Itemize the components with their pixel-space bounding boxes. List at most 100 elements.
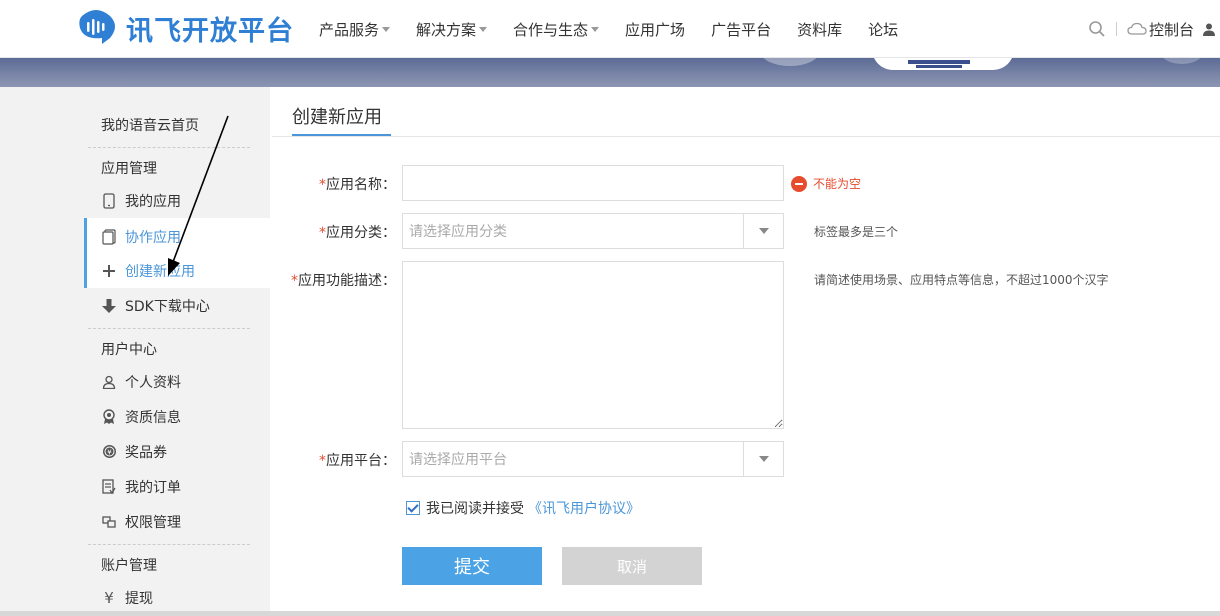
user-icon [101, 374, 117, 390]
sidebar-item-withdraw[interactable]: ¥ 提现 [88, 580, 270, 615]
select-placeholder: 请选择应用平台 [409, 452, 507, 468]
nav-forum[interactable]: 论坛 [868, 19, 898, 40]
nav-label: 应用广场 [625, 20, 686, 39]
badge-icon [101, 408, 117, 425]
copy-icon [101, 228, 117, 245]
banner-decoration [760, 58, 820, 66]
error-icon [791, 175, 807, 192]
nav-label: 资料库 [797, 20, 843, 39]
sidebar-item-sdk-download[interactable]: SDK下载中心 [88, 288, 270, 323]
required-mark: * [319, 177, 326, 193]
sidebar-item-label: 我的订单 [125, 479, 181, 496]
app-desc-label: *应用功能描述： [286, 270, 396, 290]
console-link[interactable]: 控制台 [1149, 19, 1194, 40]
desc-hint: 请简述使用场景、应用特点等信息，不超过1000个汉字 [814, 273, 1109, 287]
sidebar-heading-user-center: 用户中心 [101, 342, 157, 358]
app-desc-textarea[interactable] [402, 261, 784, 429]
chevron-down-icon [382, 26, 391, 32]
label-text: 应用名称： [326, 177, 396, 193]
label-text: 应用功能描述： [298, 273, 396, 289]
banner-decoration [908, 60, 970, 64]
submit-button[interactable]: 提交 [402, 547, 542, 585]
sidebar-item-my-apps[interactable]: 我的应用 [88, 183, 270, 218]
chevron-down-icon [591, 26, 600, 32]
chevron-down-icon [758, 228, 769, 234]
sidebar-item-label: SDK下载中心 [125, 298, 210, 315]
header-actions: 控制台 [1088, 0, 1216, 58]
nav-label: 论坛 [868, 20, 899, 39]
sidebar-item-coupons[interactable]: ¥ 奖品券 [88, 434, 270, 469]
nav-app-plaza[interactable]: 应用广场 [625, 19, 685, 40]
main-nav: 产品服务 解决方案 合作与生态 应用广场 广告平台 资料库 论坛 [319, 0, 924, 58]
app-name-error: 不能为空 [791, 175, 861, 192]
cancel-button[interactable]: 取消 [562, 547, 702, 585]
sidebar-item-create-app[interactable]: 创建新应用 [88, 253, 270, 288]
sidebar-item-label: 个人资料 [125, 374, 181, 391]
logo-text: 讯飞开放平台 [126, 15, 294, 47]
nav-library[interactable]: 资料库 [797, 19, 842, 40]
plus-icon [101, 263, 117, 279]
sidebar-heading-account: 账户管理 [101, 558, 157, 574]
user-agreement-link[interactable]: 《讯飞用户协议》 [528, 498, 640, 518]
app-category-select[interactable]: 请选择应用分类 [402, 213, 784, 249]
nav-label: 合作与生态 [513, 20, 589, 39]
category-hint: 标签最多是三个 [814, 225, 899, 239]
sidebar-item-qualification[interactable]: 资质信息 [88, 399, 270, 434]
bottom-scrollbar [0, 611, 1220, 616]
app-name-input[interactable] [402, 165, 784, 201]
error-text: 不能为空 [813, 177, 862, 191]
search-icon[interactable] [1088, 20, 1106, 38]
nav-label: 广告平台 [711, 20, 772, 39]
windows-icon [101, 514, 117, 530]
divider [1116, 22, 1117, 36]
label-text: 应用分类： [326, 225, 396, 241]
dropdown-toggle[interactable] [743, 442, 783, 476]
sidebar-item-permissions[interactable]: 权限管理 [88, 504, 270, 539]
logo-icon [79, 10, 115, 44]
sidebar: 我的语音云首页 应用管理 我的应用 协作应用 创建新应用 SDK下载中心 用户中… [0, 87, 270, 616]
select-placeholder: 请选择应用分类 [409, 224, 507, 240]
sidebar-item-label: 我的应用 [125, 193, 181, 210]
label-text: 应用平台： [326, 453, 396, 469]
yen-icon: ¥ [104, 588, 114, 607]
nav-ad-platform[interactable]: 广告平台 [711, 19, 771, 40]
sidebar-item-collab-apps[interactable]: 协作应用 [88, 219, 270, 254]
required-mark: * [319, 453, 326, 469]
sidebar-item-label: 提现 [125, 590, 153, 607]
sidebar-item-label: 协作应用 [125, 229, 181, 246]
agree-checkbox[interactable] [406, 501, 420, 515]
nav-ecosystem[interactable]: 合作与生态 [513, 19, 600, 40]
title-divider [272, 136, 1220, 137]
logo[interactable]: 讯飞开放平台 [74, 8, 294, 48]
sidebar-item-label: 权限管理 [125, 514, 181, 531]
banner [0, 58, 1220, 87]
banner-decoration [916, 65, 962, 68]
dropdown-toggle[interactable] [743, 214, 783, 248]
sidebar-heading-app-mgmt: 应用管理 [101, 161, 157, 177]
app-category-label: *应用分类： [286, 222, 396, 242]
download-icon [101, 298, 117, 314]
sidebar-item-my-orders[interactable]: 我的订单 [88, 469, 270, 504]
app-name-label: *应用名称： [286, 174, 396, 194]
yen-coin-icon: ¥ [101, 444, 117, 460]
sidebar-divider [88, 328, 250, 329]
app-platform-select[interactable]: 请选择应用平台 [402, 441, 784, 477]
user-icon[interactable] [1202, 22, 1216, 36]
nav-solutions[interactable]: 解决方案 [416, 19, 488, 40]
sidebar-divider [88, 147, 250, 148]
order-icon [101, 478, 117, 495]
agree-text: 我已阅读并接受 [426, 501, 524, 517]
cloud-icon [1127, 22, 1147, 35]
sidebar-item-label: 创建新应用 [125, 263, 195, 280]
nav-products[interactable]: 产品服务 [319, 19, 391, 40]
banner-decoration [1160, 58, 1204, 64]
nav-label: 解决方案 [416, 20, 477, 39]
agreement: 我已阅读并接受 《讯飞用户协议》 [406, 498, 640, 518]
required-mark: * [291, 273, 298, 289]
sidebar-item-label: 奖品券 [125, 444, 167, 461]
chevron-down-icon [758, 456, 769, 462]
sidebar-item-profile[interactable]: 个人资料 [88, 364, 270, 399]
sidebar-item-home[interactable]: 我的语音云首页 [101, 115, 199, 135]
sidebar-item-label: 资质信息 [125, 409, 181, 426]
phone-icon [101, 192, 117, 209]
